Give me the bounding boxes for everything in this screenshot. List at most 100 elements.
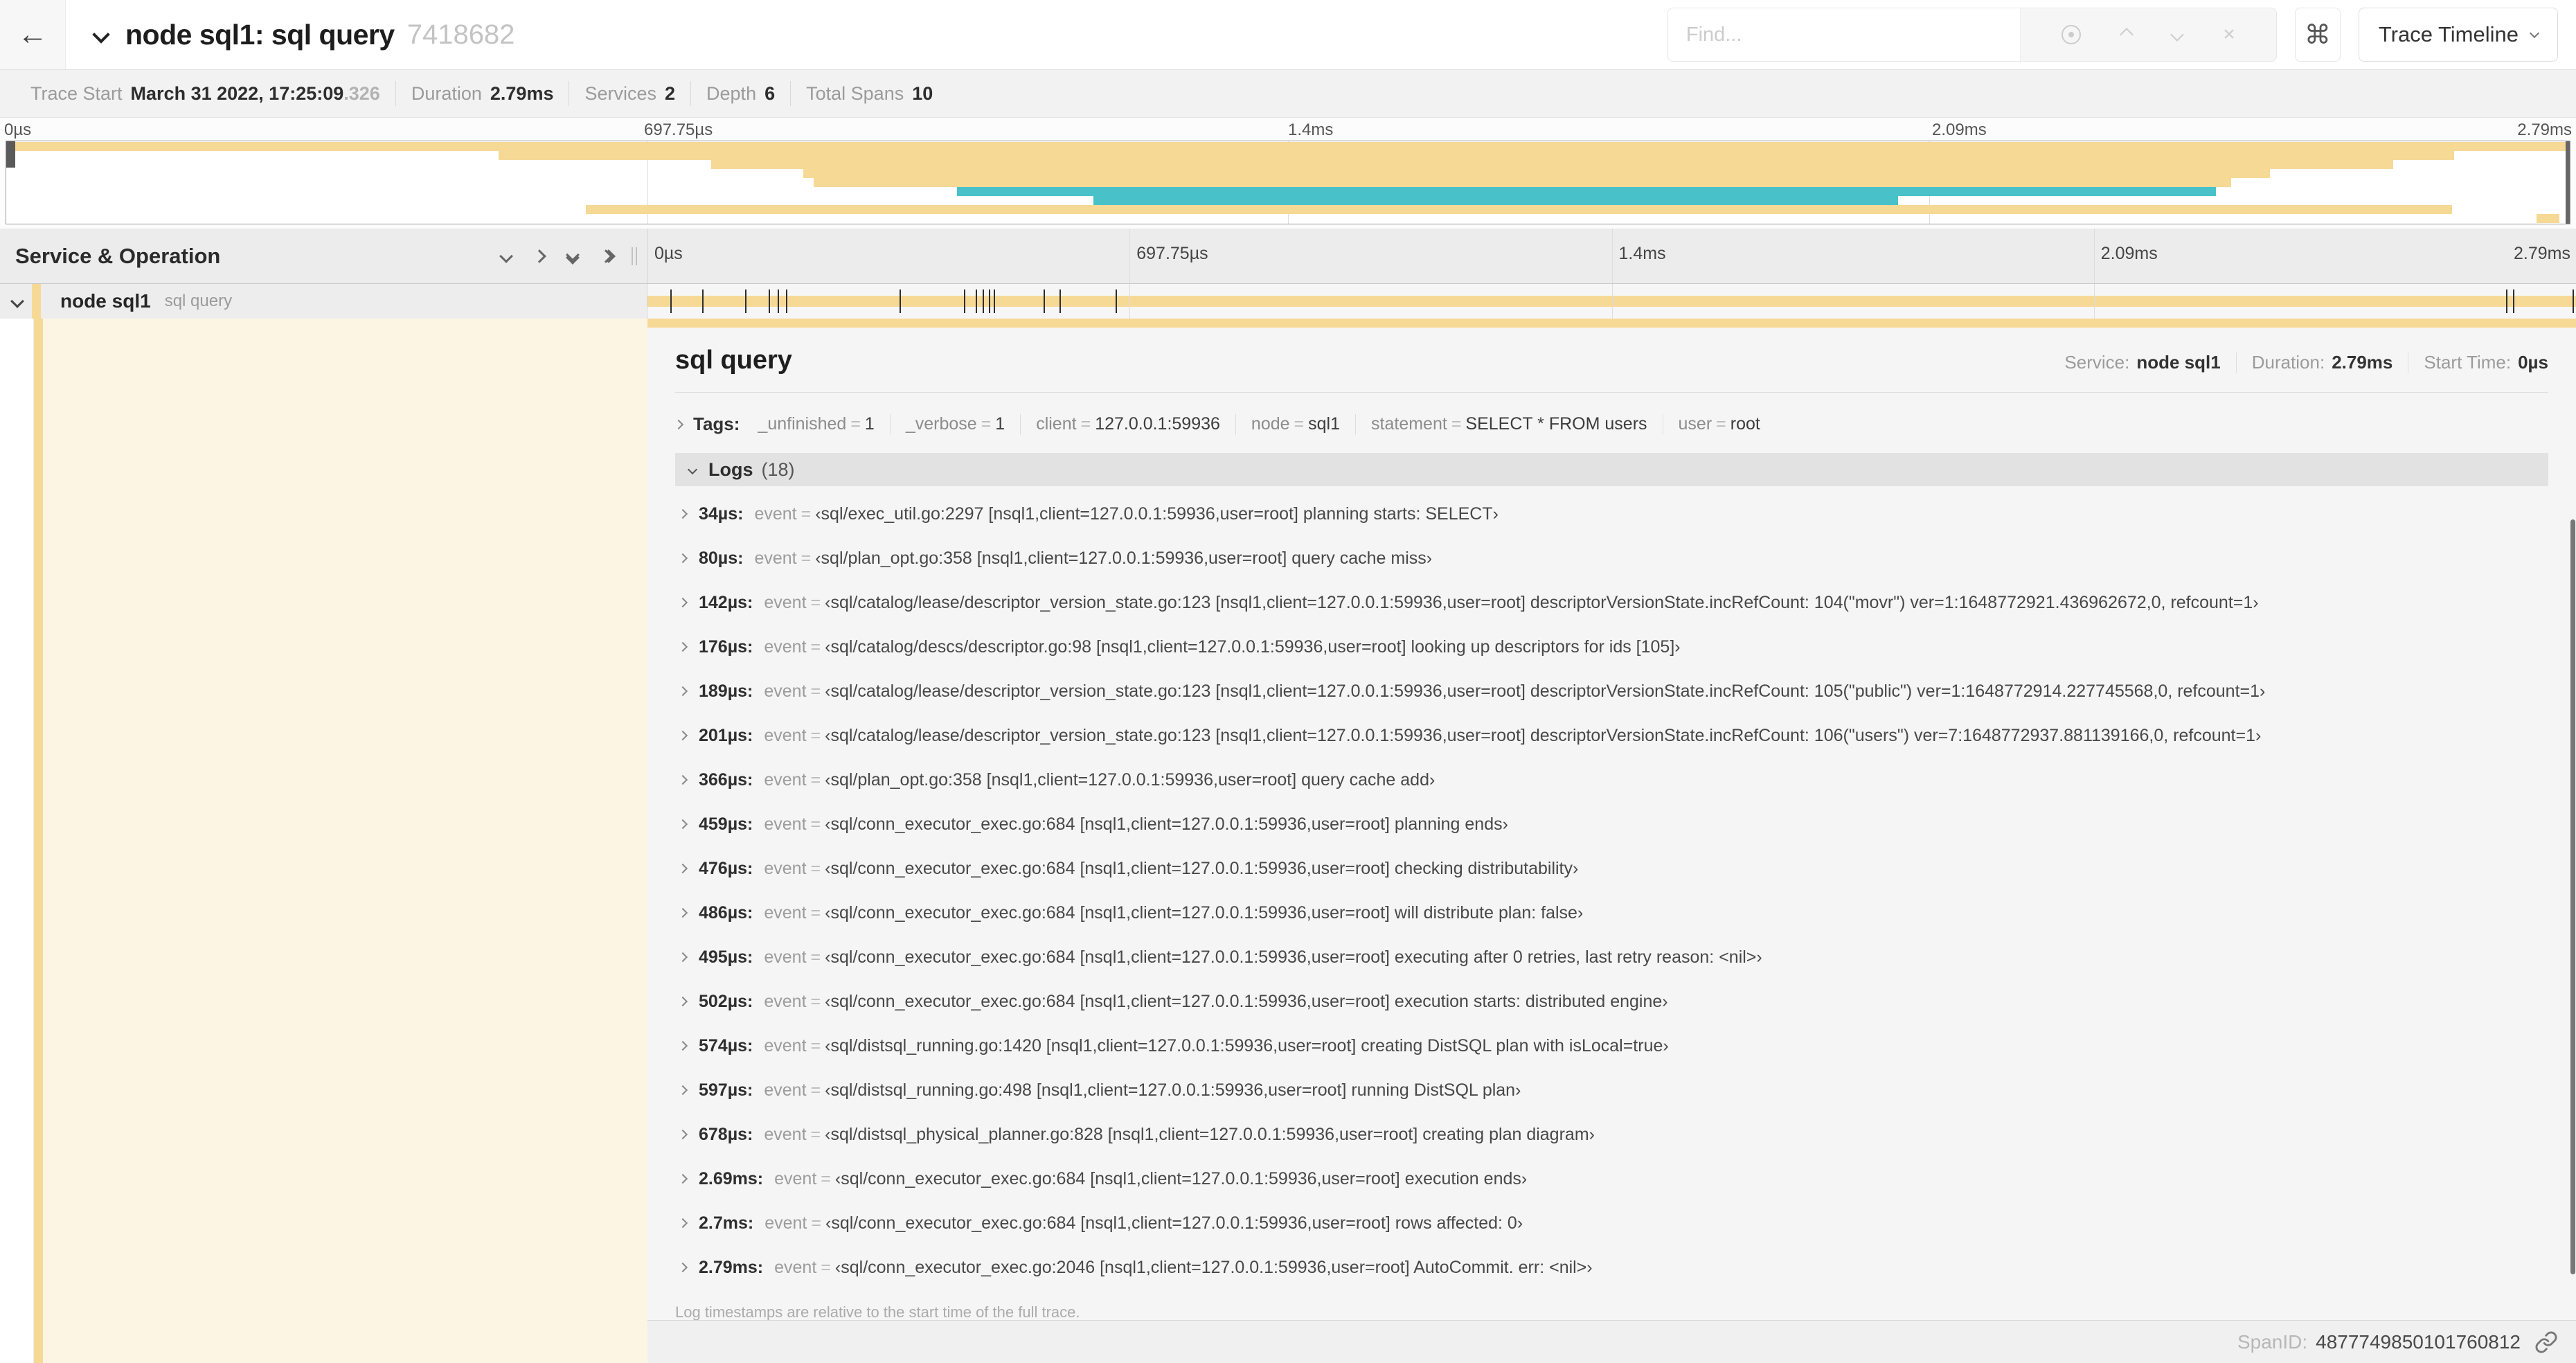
- log-marker[interactable]: [964, 289, 966, 313]
- trace-id: 7418682: [406, 19, 515, 50]
- equals-sign: =: [810, 636, 821, 657]
- log-row[interactable]: 486µs: event = ‹sql/conn_executor_exec.go:6…: [675, 891, 2548, 935]
- tag[interactable]: statement = SELECT * FROM users: [1371, 414, 1647, 434]
- log-row[interactable]: 459µs: event = ‹sql/conn_executor_exec.go:6…: [675, 802, 2548, 846]
- log-marker[interactable]: [976, 289, 978, 313]
- log-row[interactable]: 366µs: event = ‹sql/plan_opt.go:358 [nsql1,…: [675, 758, 2548, 802]
- tag[interactable]: _verbose = 1: [906, 414, 1005, 434]
- equals-sign: =: [981, 414, 992, 434]
- log-field-key: event: [764, 858, 807, 878]
- log-timestamp: 201µs:: [699, 725, 753, 745]
- log-row[interactable]: 2.79ms: event = ‹sql/conn_executor_exec.go:…: [675, 1245, 2548, 1290]
- minimap-tick-row: 0µs 697.75µs 1.4ms 2.09ms 2.79ms: [0, 118, 2576, 140]
- log-field-key: event: [764, 636, 807, 657]
- view-dropdown-button[interactable]: Trace Timeline: [2358, 8, 2558, 62]
- log-row[interactable]: 80µs: event = ‹sql/plan_opt.go:358 [nsql1,c…: [675, 536, 2548, 580]
- log-timestamp: 366µs:: [699, 769, 753, 790]
- log-marker[interactable]: [2506, 289, 2508, 313]
- log-field-value: ‹sql/conn_executor_exec.go:2046 [nsql1,c…: [834, 1257, 1593, 1277]
- minimap-canvas[interactable]: [6, 141, 2570, 224]
- back-button[interactable]: ←: [0, 0, 66, 69]
- locate-icon[interactable]: [2061, 25, 2081, 44]
- log-field-key: event: [764, 991, 807, 1011]
- log-marker[interactable]: [1043, 289, 1045, 313]
- log-marker[interactable]: [900, 289, 902, 313]
- equals-sign: =: [821, 1168, 831, 1188]
- logs-header[interactable]: Logs (18): [675, 453, 2548, 486]
- tag-key: client: [1036, 414, 1077, 434]
- log-row[interactable]: 2.7ms: event = ‹sql/conn_executor_exec.go:6…: [675, 1201, 2548, 1245]
- log-timestamp: 34µs:: [699, 504, 744, 524]
- timeline-ruler: 0µs 697.75µs 1.4ms 2.09ms 2.79ms: [647, 229, 2576, 283]
- expand-all-icon[interactable]: [599, 249, 616, 263]
- minimap-tick-label: 1.4ms: [1288, 121, 1334, 139]
- log-marker[interactable]: [1059, 289, 1061, 313]
- tag[interactable]: _unfinished = 1: [758, 414, 874, 434]
- find-input[interactable]: [1667, 8, 2020, 61]
- minimap-left-scrubber[interactable]: [6, 141, 15, 168]
- chevron-right-icon: [677, 1218, 688, 1229]
- tags-label: Tags:: [693, 413, 740, 434]
- clear-search-icon[interactable]: ×: [2223, 23, 2235, 46]
- chevron-right-icon: [677, 730, 688, 741]
- log-marker[interactable]: [670, 289, 672, 313]
- log-marker[interactable]: [989, 289, 991, 313]
- log-row[interactable]: 2.69ms: event = ‹sql/conn_executor_exec.go:…: [675, 1157, 2548, 1201]
- tag-value: 1: [995, 414, 1005, 434]
- log-row[interactable]: 597µs: event = ‹sql/distsql_running.go:498 …: [675, 1068, 2548, 1112]
- log-row[interactable]: 476µs: event = ‹sql/conn_executor_exec.go:6…: [675, 846, 2548, 891]
- collapse-one-icon[interactable]: [499, 249, 513, 263]
- log-row[interactable]: 201µs: event = ‹sql/catalog/lease/descripto…: [675, 713, 2548, 758]
- scrollbar-thumb[interactable]: [2570, 519, 2575, 1274]
- log-marker[interactable]: [777, 289, 779, 313]
- expand-one-icon[interactable]: [533, 249, 546, 263]
- log-row[interactable]: 34µs: event = ‹sql/exec_util.go:2297 [nsql1…: [675, 492, 2548, 536]
- log-marker[interactable]: [744, 289, 746, 313]
- log-row[interactable]: 574µs: event = ‹sql/distsql_running.go:1420…: [675, 1024, 2548, 1068]
- collapse-trace-chevron-icon[interactable]: [92, 26, 110, 44]
- trace-stat: Duration 2.79ms: [395, 81, 569, 106]
- minimap-span-bar: [957, 187, 2217, 196]
- log-marker[interactable]: [768, 289, 770, 313]
- log-row[interactable]: 678µs: event = ‹sql/distsql_physical_planne…: [675, 1112, 2548, 1157]
- log-marker[interactable]: [2513, 289, 2515, 313]
- log-timestamp: 142µs:: [699, 592, 753, 612]
- collapse-all-icon[interactable]: [566, 247, 580, 265]
- prev-result-icon[interactable]: [2120, 28, 2134, 42]
- log-row[interactable]: 142µs: event = ‹sql/catalog/lease/descripto…: [675, 580, 2548, 625]
- chevron-right-icon: [677, 597, 688, 608]
- keyboard-shortcuts-button[interactable]: ⌘: [2294, 8, 2341, 62]
- equals-sign: =: [800, 504, 812, 524]
- equals-sign: =: [810, 681, 821, 701]
- stat-label: Services: [584, 82, 656, 104]
- stat-value: 2.79ms: [490, 82, 554, 104]
- log-row[interactable]: 502µs: event = ‹sql/conn_executor_exec.go:6…: [675, 979, 2548, 1024]
- deep-link-icon[interactable]: [2534, 1330, 2558, 1354]
- chevron-down-icon: [687, 464, 698, 475]
- log-field-key: event: [764, 769, 807, 790]
- equals-sign: =: [821, 1257, 831, 1277]
- log-row[interactable]: 189µs: event = ‹sql/catalog/lease/descripto…: [675, 669, 2548, 713]
- log-marker[interactable]: [2572, 289, 2574, 313]
- span-expander-icon[interactable]: [10, 294, 24, 308]
- log-marker[interactable]: [994, 289, 996, 313]
- log-marker[interactable]: [983, 289, 985, 313]
- span-tree-item[interactable]: node sql1 sql query: [0, 284, 647, 319]
- tags-row[interactable]: Tags: _unfinished = 1 _verbose = 1 client = 127.…: [673, 413, 2548, 435]
- minimap-row: [6, 160, 2570, 169]
- log-marker[interactable]: [785, 289, 787, 313]
- tag[interactable]: user = root: [1679, 414, 1760, 434]
- span-bar-row[interactable]: [647, 284, 2576, 319]
- log-row[interactable]: 176µs: event = ‹sql/catalog/descs/descripto…: [675, 625, 2548, 669]
- minimap-right-scrubber[interactable]: [2566, 141, 2570, 224]
- tag[interactable]: node = sql1: [1251, 414, 1340, 434]
- tags-list: _unfinished = 1 _verbose = 1 client = 127.0.0.1:…: [758, 413, 1760, 435]
- tag[interactable]: client = 127.0.0.1:59936: [1036, 414, 1220, 434]
- log-marker[interactable]: [1115, 289, 1117, 313]
- log-row[interactable]: 495µs: event = ‹sql/conn_executor_exec.go:6…: [675, 935, 2548, 979]
- minimap-row: [6, 205, 2570, 214]
- column-resize-handle[interactable]: [632, 247, 637, 265]
- next-result-icon[interactable]: [2170, 28, 2185, 42]
- log-marker[interactable]: [701, 289, 704, 313]
- trace-stat: Trace Start March 31 2022, 17:25:09.326: [15, 81, 395, 106]
